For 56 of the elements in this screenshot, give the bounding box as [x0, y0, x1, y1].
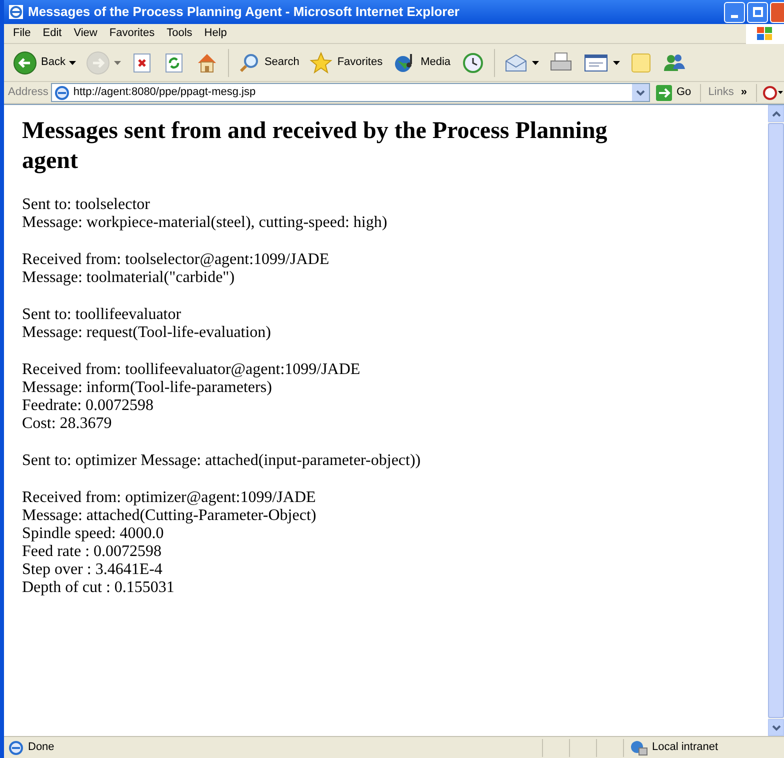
message-line: Spindle speed: 4000.0: [22, 525, 164, 543]
menu-item[interactable]: Edit: [36, 25, 68, 42]
history-icon: [460, 50, 485, 74]
status-text: Done: [28, 740, 54, 756]
page-heading: Messages sent from and received by the Process Planning agent: [22, 117, 608, 176]
chevron-down-icon: [636, 90, 644, 96]
scroll-down-button[interactable]: [768, 719, 784, 736]
message-line: Sent to: toolselector: [22, 196, 150, 214]
maximize-button[interactable]: [747, 2, 768, 22]
address-dropdown-button[interactable]: [632, 84, 648, 101]
security-zone: Local intranet: [652, 740, 718, 756]
menu-item[interactable]: Tools: [160, 25, 198, 42]
chevron-up-icon: [772, 110, 780, 116]
menu-item[interactable]: Help: [198, 25, 233, 42]
star-icon: [309, 50, 334, 74]
message-line: Received from: optimizer@agent:1099/JADE: [22, 489, 316, 507]
scroll-up-button[interactable]: [768, 105, 784, 122]
message-line: Message: workpiece-material(steel), cutting-speed: high): [22, 214, 388, 232]
address-field[interactable]: http://agent:8080/ppe/ppagt-mesg.jsp: [51, 83, 650, 102]
message-line: Depth of cut : 0.155031: [22, 579, 174, 597]
message-line: Received from: toolselector@agent:1099/JADE: [22, 251, 330, 269]
menu-item[interactable]: View: [68, 25, 104, 42]
windows-flag-icon: [756, 26, 774, 42]
message-line: Step over : 3.4641E-4: [22, 561, 162, 579]
window-title: Messages of the Process Planning Agent - Microsoft Internet Explorer: [28, 3, 460, 22]
message-line: Message: toolmaterial("carbide"): [22, 269, 235, 287]
message-line: Cost: 28.3679: [22, 415, 112, 433]
message-line: Message: inform(Tool-life-parameters): [22, 379, 272, 397]
menu-item[interactable]: File: [7, 25, 37, 42]
close-button[interactable]: [770, 2, 784, 22]
message-line: Sent to: optimizer Message: attached(input-parameter-object)): [22, 452, 421, 470]
message-line: Received from: toollifeevaluator@agent:1099/JADE: [22, 361, 360, 379]
toolbar-button[interactable]: Media: [390, 46, 454, 78]
network-globe-icon: [630, 740, 648, 756]
go-button[interactable]: Go: [652, 84, 694, 102]
dropdown-caret-icon[interactable]: [69, 60, 76, 64]
address-label: Address: [8, 85, 48, 100]
message-line: Message: request(Tool-life-evaluation): [22, 324, 272, 342]
refresh-icon: [163, 52, 186, 74]
toolbar-button[interactable]: Back: [10, 46, 80, 78]
toolbar-button[interactable]: Favorites: [306, 46, 386, 78]
message-line: Message: attached(Cutting-Parameter-Object): [22, 507, 316, 525]
dropdown-caret-icon[interactable]: [532, 60, 539, 64]
menu-item[interactable]: Favorites: [103, 25, 161, 42]
toolbar-button[interactable]: Search: [235, 46, 302, 78]
chevron-down-icon: [772, 724, 780, 730]
links-chevron[interactable]: »: [736, 84, 751, 101]
links-label[interactable]: Links: [708, 84, 734, 101]
message-line: Feed rate : 0.0072598: [22, 543, 162, 561]
stop-icon: [131, 52, 154, 74]
message-line: Feedrate: 0.0072598: [22, 397, 154, 415]
search-icon: [238, 52, 260, 74]
message-line: Sent to: toollifeevaluator: [22, 306, 182, 324]
minimize-button[interactable]: [724, 2, 745, 22]
note-icon: [630, 50, 652, 74]
dropdown-caret-icon[interactable]: [612, 60, 620, 64]
